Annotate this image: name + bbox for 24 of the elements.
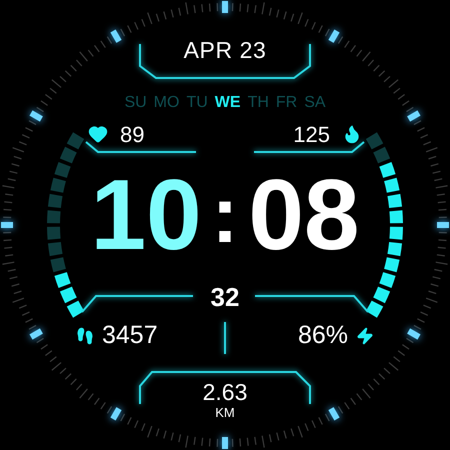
heart-rate-value: 89 — [120, 120, 144, 148]
footprints-icon — [76, 327, 94, 345]
date-text: APR 23 — [184, 36, 266, 65]
seconds-text: 32 — [210, 280, 240, 314]
weekday-label: SU — [124, 93, 147, 113]
hours-text: 10 — [90, 165, 202, 265]
gauge-fill — [54, 272, 84, 318]
divider-line — [224, 322, 226, 354]
steps-value: 3457 — [102, 320, 158, 352]
weekday-label: SA — [304, 93, 326, 113]
bolt-icon — [356, 327, 374, 345]
minutes-text: 08 — [248, 165, 360, 265]
weekday-label: MO — [154, 93, 180, 113]
weekday-label: WE — [214, 93, 241, 113]
time-separator: : — [212, 175, 238, 255]
heart-icon — [88, 124, 108, 144]
weekday-label: TU — [186, 93, 208, 113]
distance-unit: KM — [215, 404, 235, 422]
calories-value: 125 — [293, 120, 330, 148]
weekday-label: FR — [276, 93, 298, 113]
distance-value: 2.63 — [202, 378, 248, 407]
battery-value: 86% — [298, 320, 348, 352]
gauge-track — [366, 132, 390, 164]
weekday-label: TH — [248, 93, 269, 113]
